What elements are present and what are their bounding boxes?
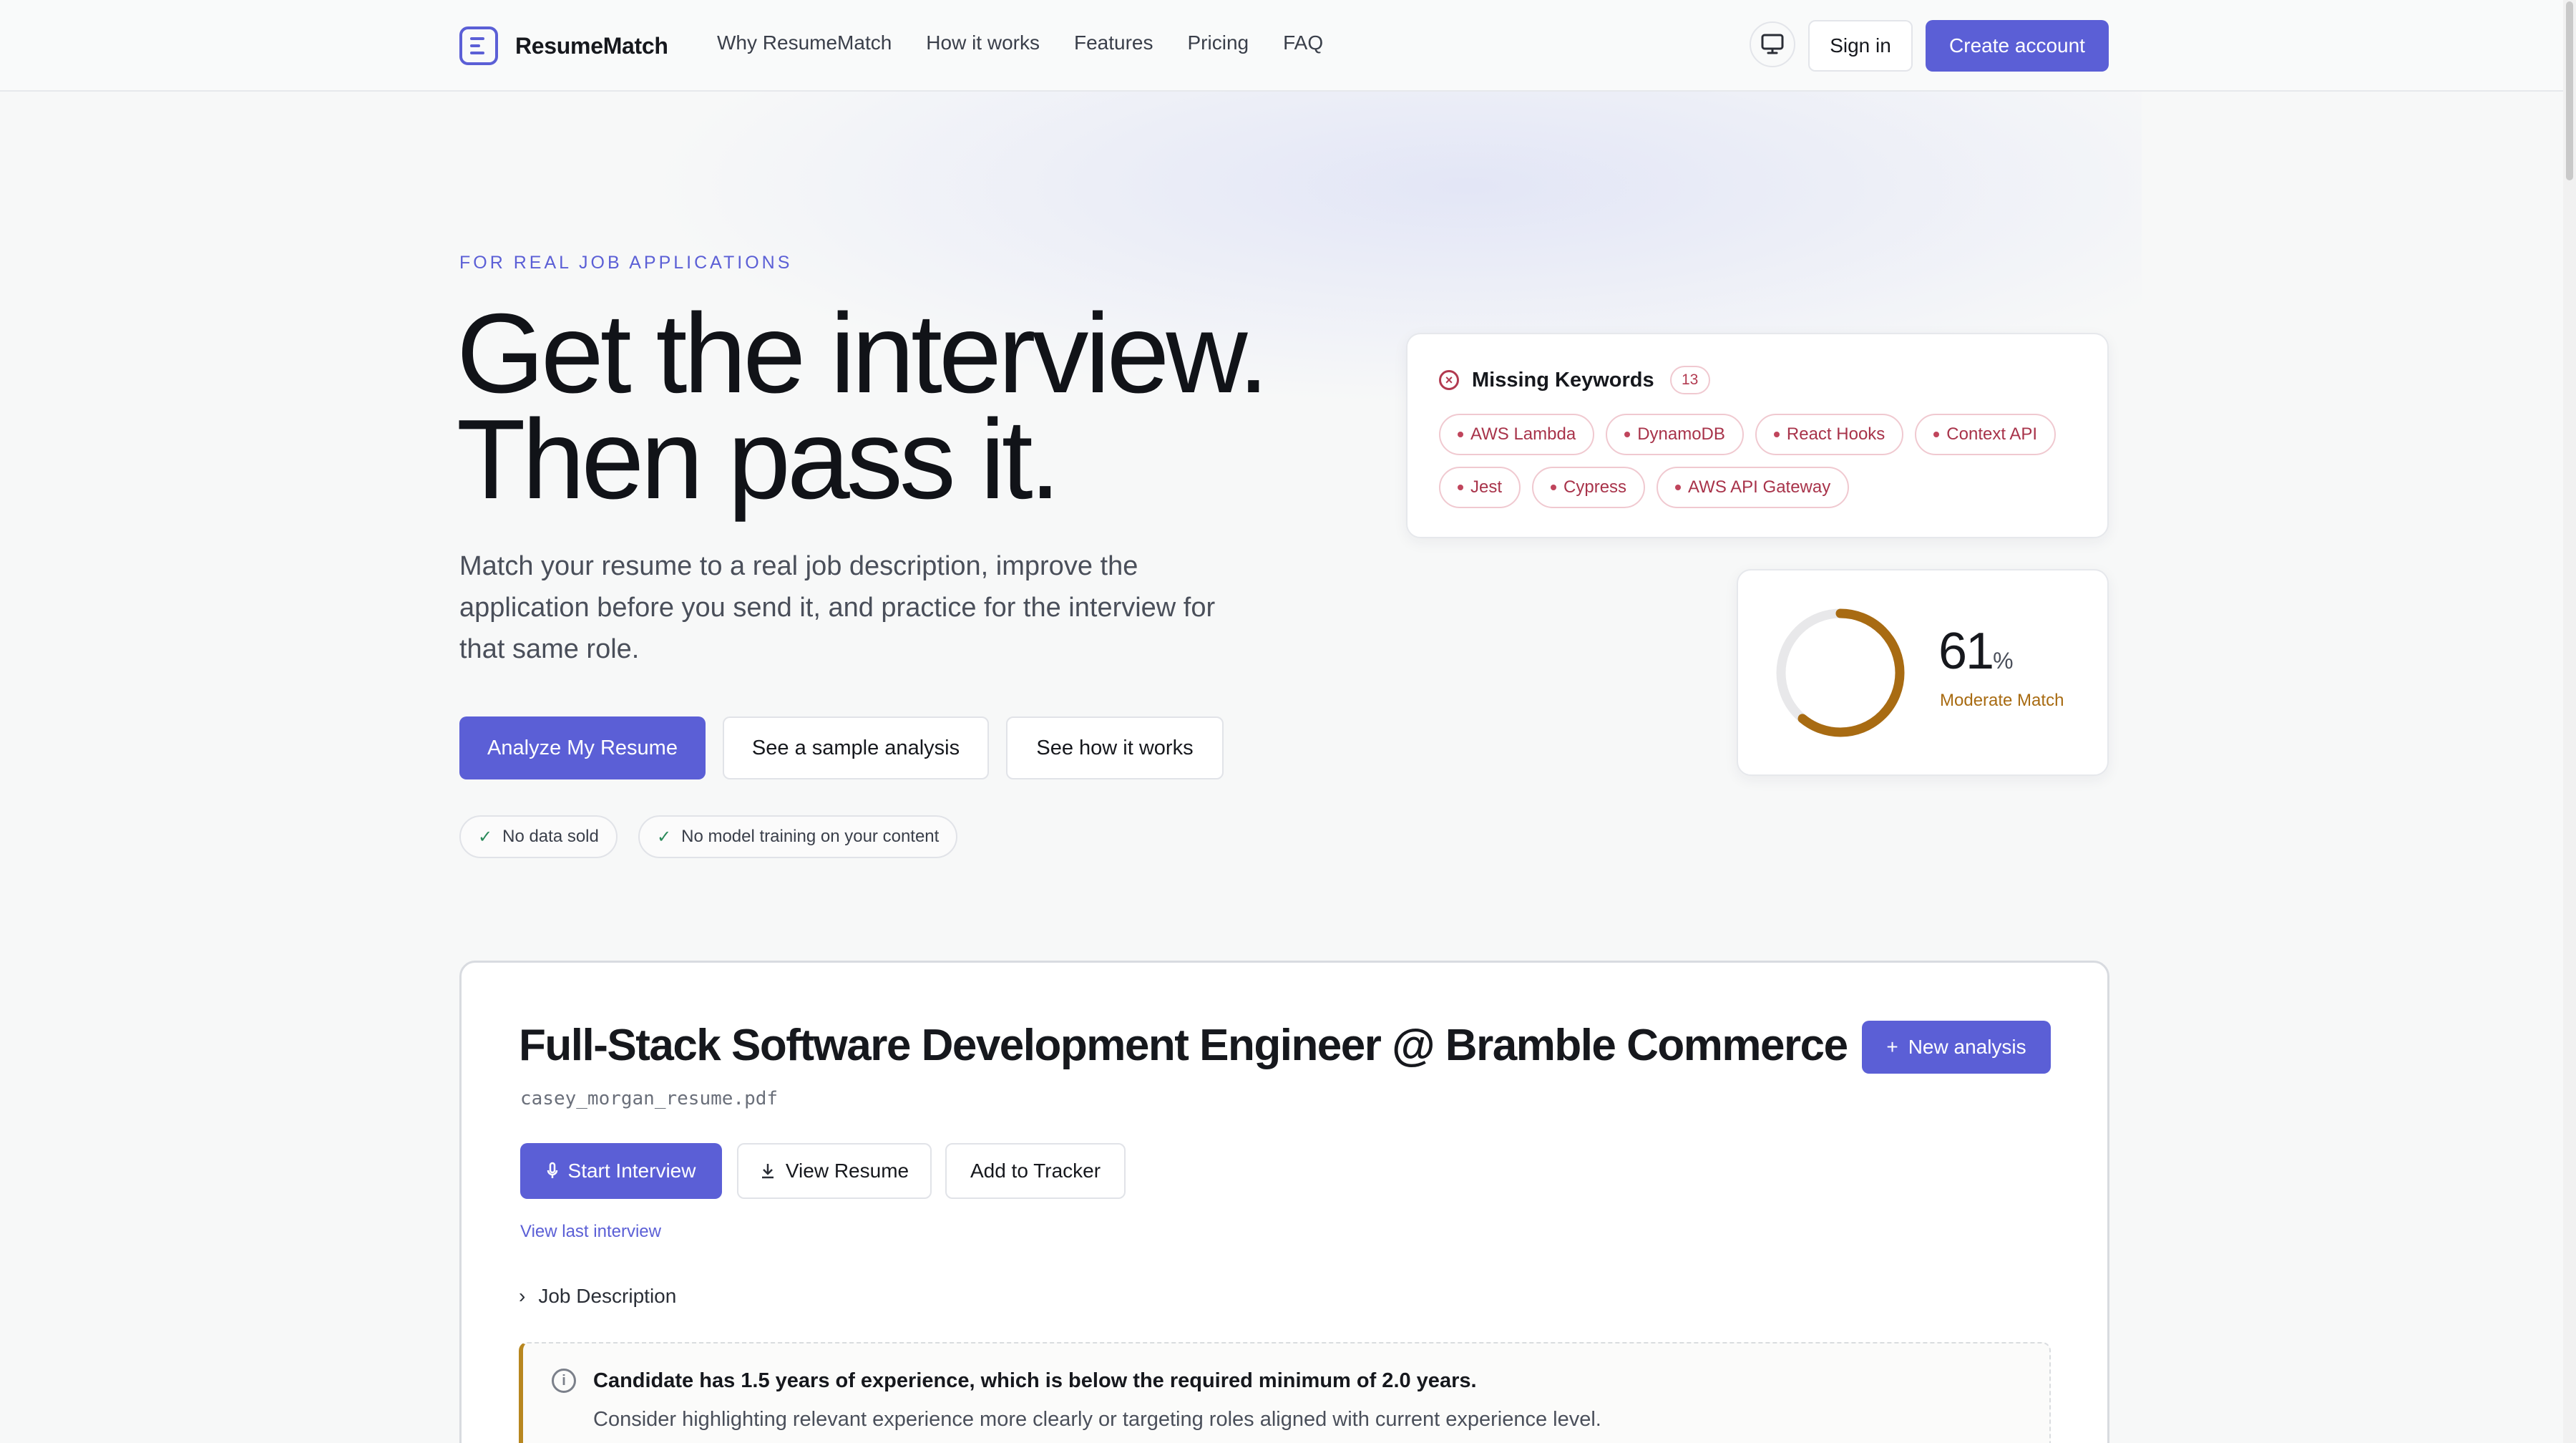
keyword-chip-label: AWS Lambda — [1470, 424, 1576, 444]
nav-link-features[interactable]: Features — [1074, 31, 1153, 54]
dot-icon — [1458, 432, 1463, 437]
add-to-tracker-button[interactable]: Add to Tracker — [945, 1143, 1126, 1199]
keyword-chip: Cypress — [1532, 467, 1646, 508]
badge-no-data-sold: ✓ No data sold — [459, 815, 618, 858]
new-analysis-button[interactable]: + New analysis — [1862, 1021, 2051, 1074]
alert-body: Consider highlighting relevant experienc… — [593, 1408, 1601, 1431]
headline-line-2: Then pass it. — [457, 397, 1061, 523]
sign-in-button[interactable]: Sign in — [1808, 20, 1913, 72]
resume-filename: casey_morgan_resume.pdf — [520, 1088, 779, 1109]
dot-icon — [1933, 432, 1940, 437]
keyword-chip: DynamoDB — [1606, 414, 1744, 455]
keyword-chip-label: Context API — [1946, 424, 2038, 444]
scrollbar-thumb[interactable] — [2566, 1, 2573, 180]
badge-label: No data sold — [502, 827, 599, 846]
missing-keywords-title: Missing Keywords — [1472, 368, 1654, 392]
start-interview-label: Start Interview — [567, 1160, 696, 1182]
view-resume-button[interactable]: View Resume — [737, 1143, 932, 1199]
hero-subtext: Match your resume to a real job descript… — [459, 551, 1216, 664]
nav-link-how-it-works[interactable]: How it works — [926, 31, 1040, 54]
info-icon: i — [552, 1369, 576, 1393]
page: ResumeMatch Why ResumeMatch How it works… — [0, 0, 2576, 1443]
keyword-chip-label: AWS API Gateway — [1688, 477, 1831, 497]
dot-icon — [1675, 485, 1682, 490]
keyword-chip: AWS Lambda — [1439, 414, 1595, 455]
dot-icon — [1624, 432, 1631, 437]
theme-toggle-button[interactable] — [1750, 21, 1795, 67]
dot-icon — [1458, 485, 1463, 490]
score-number: 61 — [1938, 623, 1994, 680]
main-nav: Why ResumeMatch How it works Features Pr… — [717, 31, 1323, 54]
badge-label: No model training on your content — [681, 827, 940, 846]
nav-link-pricing[interactable]: Pricing — [1188, 31, 1249, 54]
alert-title: Candidate has 1.5 years of experience, w… — [593, 1369, 1477, 1392]
brand-logo[interactable]: ResumeMatch — [459, 26, 668, 65]
match-score-card: 61% Moderate Match — [1737, 569, 2109, 776]
document-icon — [459, 26, 498, 65]
score-unit: % — [1993, 648, 2014, 674]
keyword-chip-label: Cypress — [1563, 477, 1627, 497]
view-last-interview-link[interactable]: View last interview — [520, 1222, 661, 1242]
dot-icon — [1773, 432, 1780, 437]
create-account-button[interactable]: Create account — [1926, 20, 2109, 72]
job-title: Full-Stack Software Development Engineer… — [519, 1021, 1848, 1070]
nav-link-why[interactable]: Why ResumeMatch — [717, 31, 892, 54]
new-analysis-label: New analysis — [1908, 1036, 2026, 1058]
microphone-icon — [547, 1162, 557, 1178]
analysis-panel: Full-Stack Software Development Engineer… — [459, 961, 2109, 1443]
x-circle-icon: × — [1439, 370, 1459, 390]
start-interview-button[interactable]: Start Interview — [520, 1143, 722, 1199]
page-scrollbar[interactable] — [2563, 0, 2576, 1443]
experience-warning-alert: i Candidate has 1.5 years of experience,… — [519, 1342, 2051, 1443]
badge-no-model-training: ✓ No model training on your content — [638, 815, 958, 858]
keyword-chip: Context API — [1915, 414, 2057, 455]
hero-headline: Get the interview. Then pass it. — [457, 291, 1269, 523]
missing-keywords-card: × Missing Keywords 13 AWS Lambda DynamoD… — [1406, 333, 2109, 538]
dot-icon — [1551, 485, 1557, 490]
job-description-toggle[interactable]: › Job Description — [519, 1285, 676, 1308]
analyze-resume-button[interactable]: Analyze My Resume — [459, 716, 706, 779]
keyword-chip: AWS API Gateway — [1657, 467, 1850, 508]
brand-name: ResumeMatch — [515, 32, 668, 59]
monitor-icon — [1761, 34, 1784, 54]
sample-analysis-button[interactable]: See a sample analysis — [723, 716, 989, 779]
top-navbar: ResumeMatch Why ResumeMatch How it works… — [0, 0, 2563, 92]
match-score-label: Moderate Match — [1940, 691, 2064, 710]
check-icon: ✓ — [478, 827, 493, 847]
missing-keywords-count: 13 — [1669, 366, 1710, 394]
how-it-works-button[interactable]: See how it works — [1006, 716, 1224, 779]
nav-link-faq[interactable]: FAQ — [1283, 31, 1323, 54]
download-icon — [761, 1164, 774, 1179]
job-description-label: Job Description — [538, 1285, 677, 1307]
keyword-chip: React Hooks — [1755, 414, 1904, 455]
match-score-value: 61% — [1938, 622, 2014, 681]
keyword-chip-list: AWS Lambda DynamoDB React Hooks Context … — [1439, 414, 2083, 508]
headline-line-1: Get the interview. — [457, 291, 1269, 417]
keyword-chip-label: Jest — [1470, 477, 1503, 497]
check-icon: ✓ — [657, 827, 672, 847]
chevron-right-icon: › — [519, 1285, 526, 1307]
hero-eyebrow: FOR REAL JOB APPLICATIONS — [459, 253, 793, 273]
missing-keywords-header: × Missing Keywords 13 — [1439, 366, 1710, 394]
plus-icon: + — [1886, 1036, 1898, 1058]
keyword-chip: Jest — [1439, 467, 1521, 508]
keyword-chip-label: React Hooks — [1786, 424, 1885, 444]
score-ring — [1776, 608, 1905, 737]
keyword-chip-label: DynamoDB — [1637, 424, 1725, 444]
view-resume-label: View Resume — [785, 1160, 909, 1182]
